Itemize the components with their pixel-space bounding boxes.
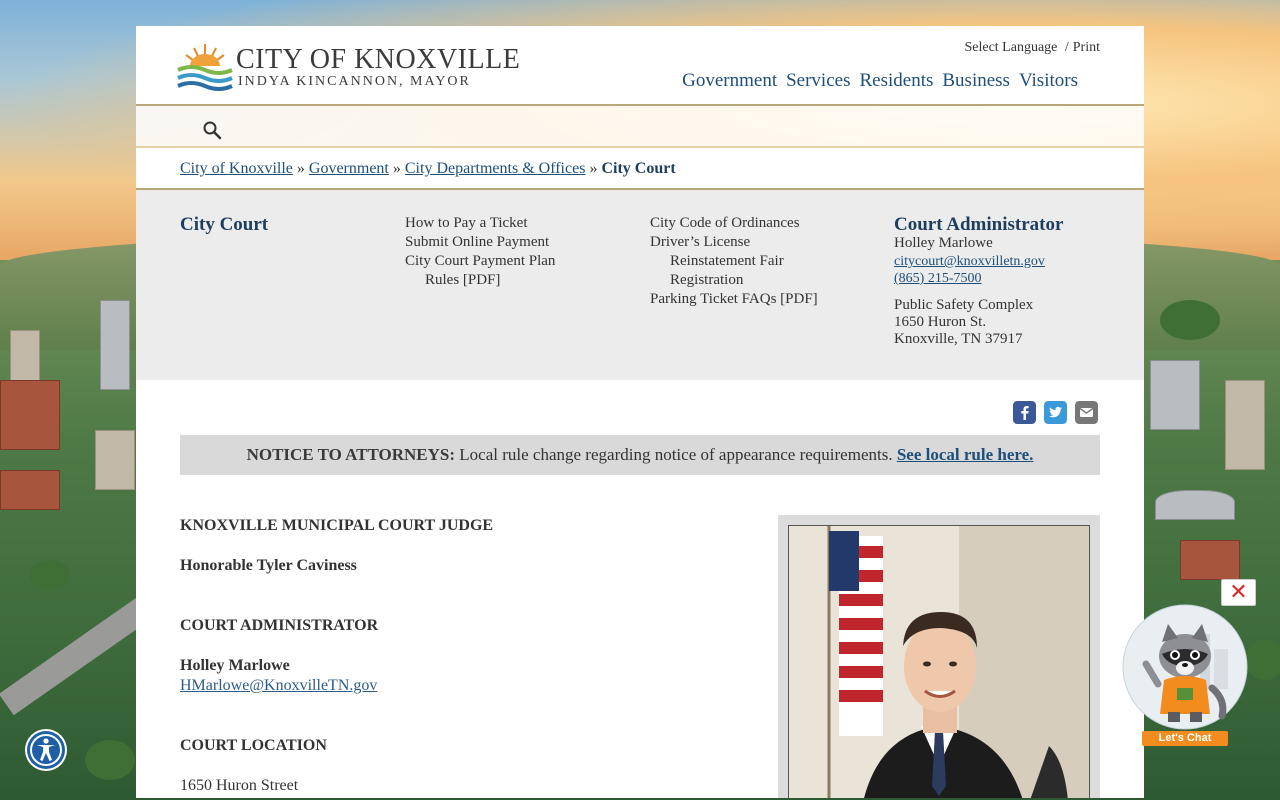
search-icon[interactable] <box>202 120 222 140</box>
accessibility-icon[interactable] <box>24 728 68 772</box>
background-building <box>0 380 60 450</box>
court-administrator-email-link[interactable]: citycourt@knoxvilletn.gov <box>894 253 1124 270</box>
background-building <box>1150 360 1200 430</box>
background-tree <box>85 740 135 780</box>
main-navigation: Government Services Residents Business V… <box>682 70 1078 92</box>
sunrise-river-logo-icon <box>177 44 233 91</box>
breadcrumb-city-of-knoxville[interactable]: City of Knoxville <box>180 160 293 177</box>
administrator-email-link[interactable]: HMarlowe@KnoxvilleTN.gov <box>180 676 493 696</box>
search-bar <box>136 106 1144 148</box>
administrator-name: Holley Marlowe <box>180 657 290 674</box>
background-building <box>100 300 130 390</box>
court-administrator-heading: Court Administrator <box>894 214 1064 235</box>
court-administrator-column: Court Administrator Holley Marlowe cityc… <box>894 214 1124 348</box>
judge-heading: KNOXVILLE MUNICIPAL COURT JUDGE <box>180 517 494 534</box>
court-administrator-name: Holley Marlowe <box>894 235 993 251</box>
select-language-button[interactable]: Select Language <box>964 40 1057 55</box>
logo-subtitle: INDYA KINCANNON, MAYOR <box>238 74 471 89</box>
breadcrumb-separator: » <box>589 160 598 177</box>
court-info: KNOXVILLE MUNICIPAL COURT JUDGE Honorabl… <box>180 516 493 796</box>
address-line: Public Safety Complex <box>894 297 1034 313</box>
nav-residents[interactable]: Residents <box>859 70 933 92</box>
attorney-notice-banner: NOTICE TO ATTORNEYS: Local rule change r… <box>180 435 1100 475</box>
email-icon[interactable] <box>1075 401 1098 424</box>
link-drivers-license-registration[interactable]: Registration <box>650 271 880 290</box>
nav-services[interactable]: Services <box>786 70 850 92</box>
court-address: Public Safety Complex 1650 Huron St. Kno… <box>894 297 1124 348</box>
background-tree <box>1160 300 1220 340</box>
department-panel: City Court How to Pay a Ticket Submit On… <box>136 190 1144 380</box>
background-building <box>1155 490 1235 520</box>
chatbot-avatar-icon[interactable] <box>1122 604 1248 730</box>
department-title: City Court <box>180 214 269 235</box>
administrator-heading: COURT ADMINISTRATOR <box>180 617 379 634</box>
breadcrumb-current: City Court <box>601 160 676 177</box>
facebook-icon[interactable] <box>1013 401 1036 424</box>
nav-business[interactable]: Business <box>942 70 1010 92</box>
twitter-icon[interactable] <box>1044 401 1067 424</box>
nav-government[interactable]: Government <box>682 70 777 92</box>
chat-close-button[interactable]: ✕ <box>1221 579 1256 606</box>
link-payment-plan[interactable]: City Court Payment Plan <box>405 252 635 271</box>
location-heading: COURT LOCATION <box>180 737 327 754</box>
court-administrator-phone-link[interactable]: (865) 215-7500 <box>894 270 1124 287</box>
nav-visitors[interactable]: Visitors <box>1019 70 1078 92</box>
link-submit-online-payment[interactable]: Submit Online Payment <box>405 233 635 252</box>
main-content: NOTICE TO ATTORNEYS: Local rule change r… <box>136 380 1144 798</box>
notice-local-rule-link[interactable]: See local rule here. <box>897 445 1034 464</box>
city-logo[interactable]: CITY OF KNOXVILLE INDYA KINCANNON, MAYOR <box>176 40 520 92</box>
breadcrumb-separator: » <box>296 160 305 177</box>
background-building <box>95 430 135 490</box>
judge-portrait-illustration <box>789 526 1089 798</box>
department-links-column-2: City Code of Ordinances Driver’s License… <box>650 214 880 309</box>
judge-name: Honorable Tyler Caviness <box>180 557 357 574</box>
link-payment-plan-rules[interactable]: Rules [PDF] <box>405 271 635 290</box>
background-tree <box>30 560 70 590</box>
background-building <box>0 470 60 510</box>
link-how-to-pay-ticket[interactable]: How to Pay a Ticket <box>405 214 635 233</box>
link-drivers-license-reinstatement[interactable]: Reinstatement Fair <box>650 252 880 271</box>
site-header: CITY OF KNOXVILLE INDYA KINCANNON, MAYOR… <box>136 26 1144 106</box>
logo-title: CITY OF KNOXVILLE <box>236 44 521 75</box>
breadcrumb-separator: » <box>392 160 401 177</box>
background-tree <box>1245 640 1280 680</box>
notice-label: NOTICE TO ATTORNEYS: <box>246 445 456 464</box>
utility-separator: / <box>1064 40 1069 55</box>
department-links-column-1: How to Pay a Ticket Submit Online Paymen… <box>405 214 635 290</box>
notice-text: Local rule change regarding notice of ap… <box>455 445 897 464</box>
page-container: CITY OF KNOXVILLE INDYA KINCANNON, MAYOR… <box>136 26 1144 800</box>
breadcrumb-city-departments[interactable]: City Departments & Offices <box>405 160 586 177</box>
link-drivers-license[interactable]: Driver’s License <box>650 233 880 252</box>
judge-photo-frame <box>778 515 1100 798</box>
utility-links: Select Language / Print <box>960 40 1100 56</box>
link-city-code-ordinances[interactable]: City Code of Ordinances <box>650 214 880 233</box>
breadcrumb: City of Knoxville» Government» City Depart… <box>136 148 1144 190</box>
address-line: Knoxville, TN 37917 <box>894 331 1023 347</box>
share-buttons <box>1013 401 1098 424</box>
background-building <box>1180 540 1240 580</box>
department-title-column: City Court <box>180 214 268 236</box>
judge-photo <box>788 525 1090 798</box>
print-link[interactable]: Print <box>1073 40 1100 55</box>
background-building <box>1225 380 1265 470</box>
address-line: 1650 Huron St. <box>894 314 987 330</box>
location-address-line: 1650 Huron Street <box>180 777 299 794</box>
link-parking-ticket-faqs[interactable]: Parking Ticket FAQs [PDF] <box>650 290 880 309</box>
lets-chat-button[interactable]: Let's Chat <box>1142 731 1228 746</box>
breadcrumb-government[interactable]: Government <box>309 160 389 177</box>
